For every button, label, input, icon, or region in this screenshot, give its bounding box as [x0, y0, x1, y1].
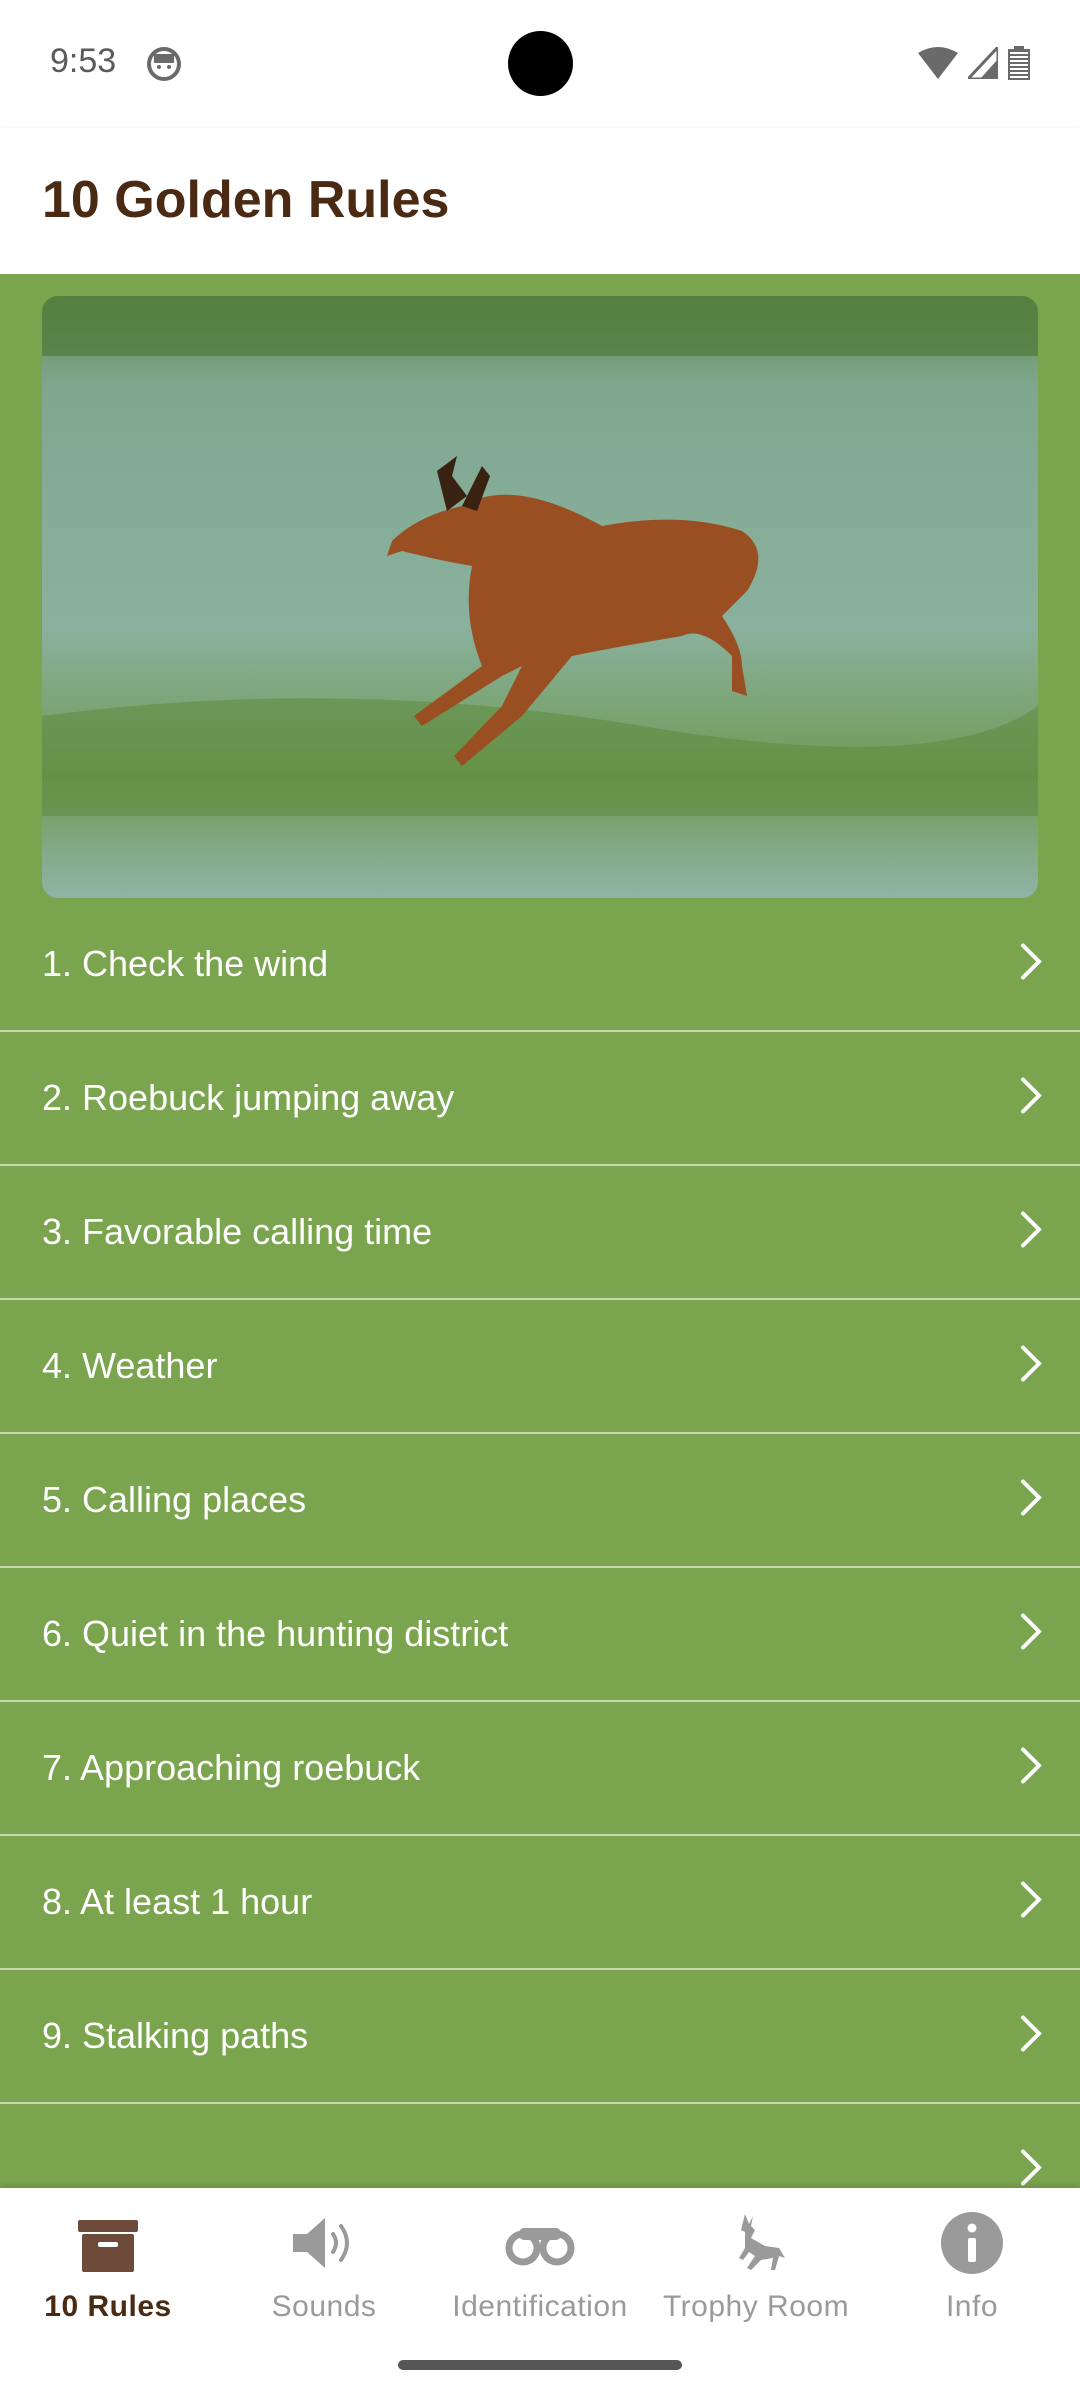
- nav-tab-identification[interactable]: Identification: [432, 2208, 648, 2328]
- wifi-icon: [918, 47, 958, 84]
- hero-image-roebuck: [42, 296, 1038, 898]
- rule-item-4[interactable]: 4. Weather: [0, 1300, 1080, 1434]
- nav-tab-sounds[interactable]: Sounds: [216, 2208, 432, 2328]
- chevron-right-icon: [1020, 1613, 1042, 1656]
- archive-box-icon: [0, 2208, 216, 2278]
- binoculars-icon: [432, 2208, 648, 2278]
- chevron-right-icon: [1020, 1211, 1042, 1254]
- content-area[interactable]: 1. Check the wind 2. Roebuck jumping awa…: [0, 274, 1080, 2188]
- home-indicator[interactable]: [398, 2360, 682, 2370]
- rule-label: 4. Weather: [42, 1345, 218, 1386]
- chevron-right-icon: [1020, 2149, 1042, 2189]
- nav-label: 10 Rules: [44, 2290, 172, 2323]
- nav-tab-10-rules[interactable]: 10 Rules: [0, 2208, 216, 2328]
- rule-label: 1. Check the wind: [42, 943, 329, 984]
- status-time: 9:53: [50, 42, 117, 80]
- chevron-right-icon: [1020, 1479, 1042, 1522]
- rule-label: 3. Favorable calling time: [42, 1211, 433, 1252]
- rule-item-3[interactable]: 3. Favorable calling time: [0, 1166, 1080, 1300]
- chevron-right-icon: [1020, 1881, 1042, 1924]
- nav-tab-info[interactable]: Info: [864, 2208, 1080, 2328]
- rule-item-6[interactable]: 6. Quiet in the hunting district: [0, 1568, 1080, 1702]
- chevron-right-icon: [1020, 1747, 1042, 1790]
- rule-item-10[interactable]: [0, 2104, 1080, 2188]
- rule-label: 7. Approaching roebuck: [42, 1747, 421, 1788]
- nav-label: Trophy Room: [662, 2290, 850, 2323]
- app-bar: 10 Golden Rules: [0, 128, 1080, 274]
- deer-icon: [648, 2208, 864, 2278]
- speaker-icon: [216, 2208, 432, 2278]
- battery-icon: [1008, 46, 1030, 85]
- nav-label: Identification: [452, 2290, 628, 2323]
- rule-label: 2. Roebuck jumping away: [42, 1077, 455, 1118]
- rule-label: 9. Stalking paths: [42, 2015, 309, 2056]
- rules-list: 1. Check the wind 2. Roebuck jumping awa…: [0, 898, 1080, 2188]
- rule-item-5[interactable]: 5. Calling places: [0, 1434, 1080, 1568]
- rule-item-2[interactable]: 2. Roebuck jumping away: [0, 1032, 1080, 1166]
- rule-label: 6. Quiet in the hunting district: [42, 1613, 509, 1654]
- nav-label: Sounds: [271, 2290, 377, 2323]
- camera-cutout: [508, 31, 573, 96]
- cell-signal-icon: [964, 43, 1000, 84]
- info-icon: [864, 2208, 1080, 2278]
- chevron-right-icon: [1020, 2015, 1042, 2058]
- nav-label: Info: [945, 2290, 999, 2323]
- status-bar: 9:53: [0, 0, 1080, 128]
- rule-label: 5. Calling places: [42, 1479, 307, 1520]
- notification-app-icon: [146, 46, 182, 87]
- rule-item-9[interactable]: 9. Stalking paths: [0, 1970, 1080, 2104]
- chevron-right-icon: [1020, 943, 1042, 986]
- page-title: 10 Golden Rules: [42, 171, 450, 229]
- chevron-right-icon: [1020, 1077, 1042, 1120]
- rule-label: 8. At least 1 hour: [42, 1881, 313, 1922]
- rule-item-1[interactable]: 1. Check the wind: [0, 898, 1080, 1032]
- chevron-right-icon: [1020, 1345, 1042, 1388]
- rule-item-7[interactable]: 7. Approaching roebuck: [0, 1702, 1080, 1836]
- nav-tab-trophy-room[interactable]: Trophy Room: [648, 2208, 864, 2328]
- rule-item-8[interactable]: 8. At least 1 hour: [0, 1836, 1080, 1970]
